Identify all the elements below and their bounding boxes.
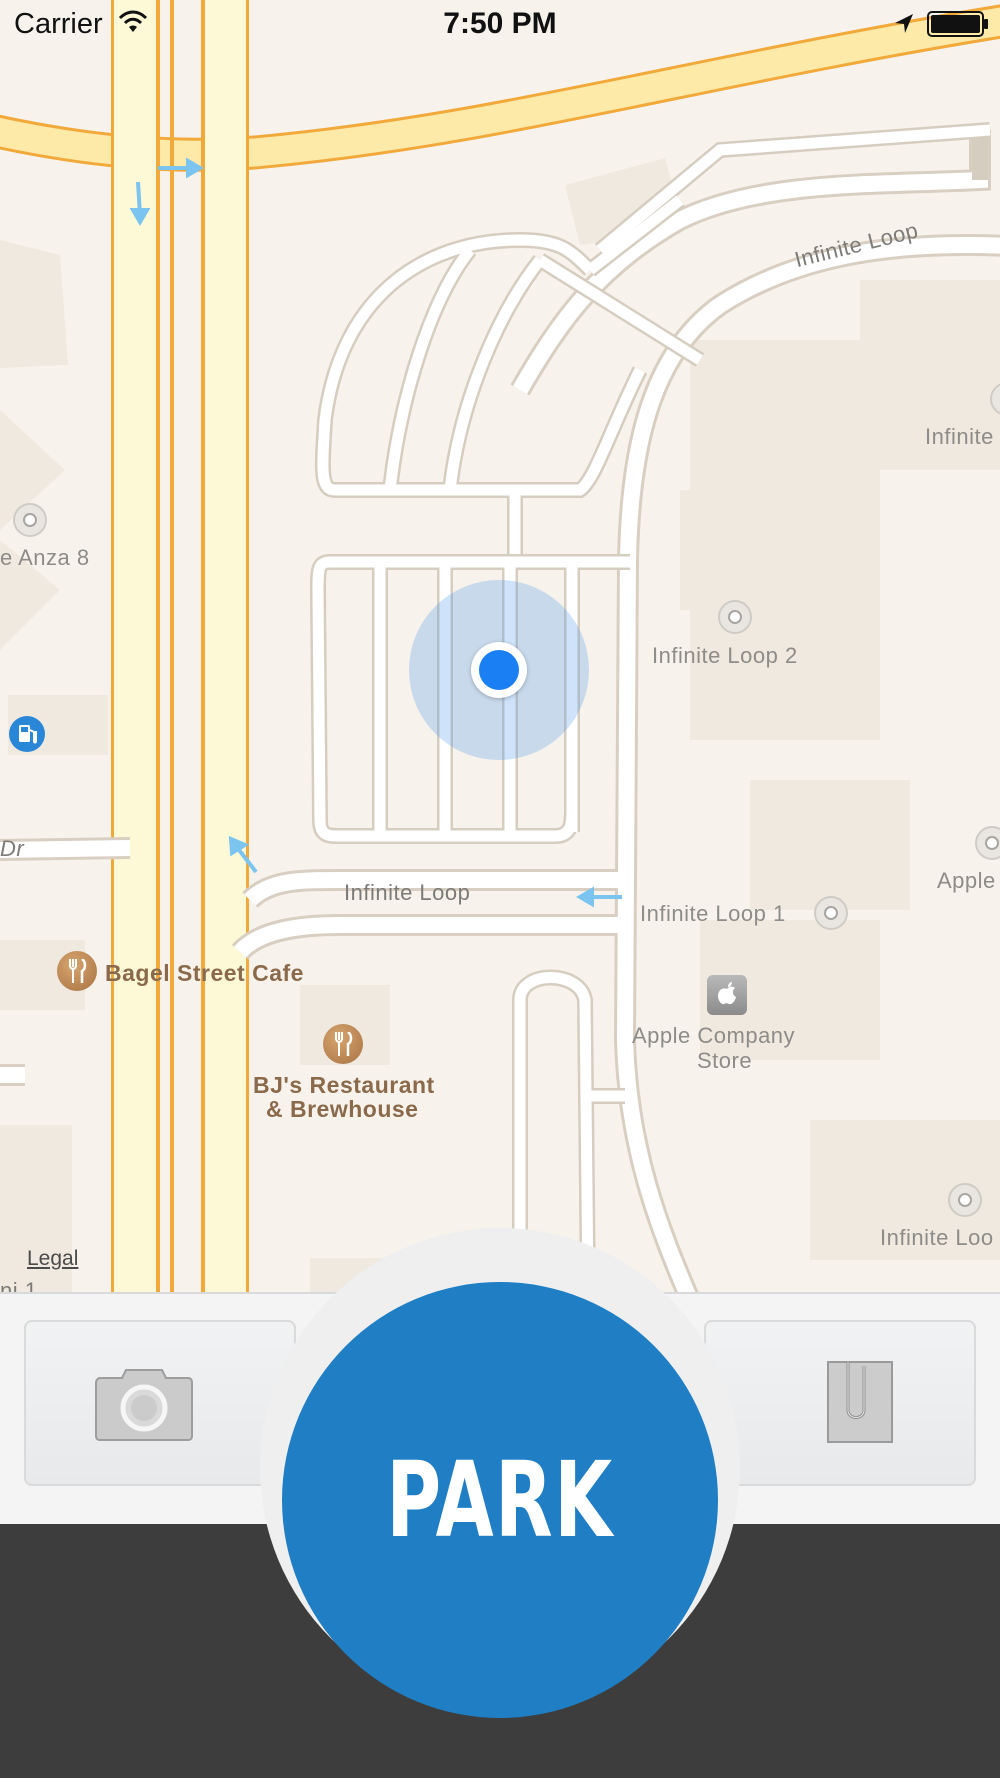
street-label-bottom-left: ni 1	[0, 1278, 38, 1292]
restaurant-icon-bagel[interactable]	[57, 951, 97, 991]
street-label-dr: Dr	[0, 836, 25, 861]
paperclip-icon	[827, 1361, 893, 1443]
park-button[interactable]: PARK	[282, 1282, 718, 1718]
apple-store-icon[interactable]	[707, 975, 747, 1015]
street-label-infinite-loop-bottom: Infinite Loop	[344, 880, 471, 905]
poi-label-apple-right[interactable]: Apple	[937, 868, 996, 894]
poi-label-infinite-top-right[interactable]: Infinite	[925, 424, 994, 450]
user-location-dot[interactable]	[471, 642, 527, 698]
poi-label-bjs-line2[interactable]: & Brewhouse	[266, 1096, 418, 1123]
poi-label-infinite-loop-1[interactable]: Infinite Loop 1	[640, 901, 786, 927]
location-arrow-icon	[895, 14, 913, 33]
status-bar: Carrier 7:50 PM	[0, 0, 1000, 50]
poi-label-infinite-loop-2[interactable]: Infinite Loop 2	[652, 643, 798, 669]
gas-station-icon[interactable]	[9, 716, 45, 752]
poi-label-apple-store-line1[interactable]: Apple Company	[632, 1023, 795, 1049]
poi-label-anza[interactable]: e Anza 8	[0, 545, 90, 571]
poi-pin-infinite-loop-1[interactable]	[814, 896, 848, 930]
restaurant-icon-bjs[interactable]	[323, 1024, 363, 1064]
poi-label-bjs-line1[interactable]: BJ's Restaurant	[253, 1072, 435, 1099]
poi-label-bagel-street-cafe[interactable]: Bagel Street Cafe	[105, 960, 304, 987]
map-view[interactable]: Infinite Loop Infinite Loop Dr ni 1 e An…	[0, 0, 1000, 1292]
poi-pin-infinite-loop-2[interactable]	[718, 600, 752, 634]
status-time: 7:50 PM	[443, 7, 557, 40]
notes-button[interactable]	[704, 1320, 976, 1486]
poi-label-apple-store-line2[interactable]: Store	[697, 1048, 752, 1074]
camera-button[interactable]	[24, 1320, 296, 1486]
battery-icon	[927, 11, 988, 37]
apple-logo-icon	[718, 982, 736, 1005]
poi-pin-anza[interactable]	[13, 503, 47, 537]
park-button-label: PARK	[386, 1439, 614, 1561]
camera-icon	[95, 1369, 193, 1441]
fork-knife-icon	[69, 959, 87, 983]
fork-knife-icon	[335, 1032, 353, 1056]
poi-label-infinite-bottom-right[interactable]: Infinite Loo	[880, 1225, 994, 1251]
legal-link[interactable]: Legal	[27, 1247, 78, 1271]
fuel-pump-icon	[19, 725, 37, 744]
poi-pin-infinite-bottom-right[interactable]	[948, 1183, 982, 1217]
